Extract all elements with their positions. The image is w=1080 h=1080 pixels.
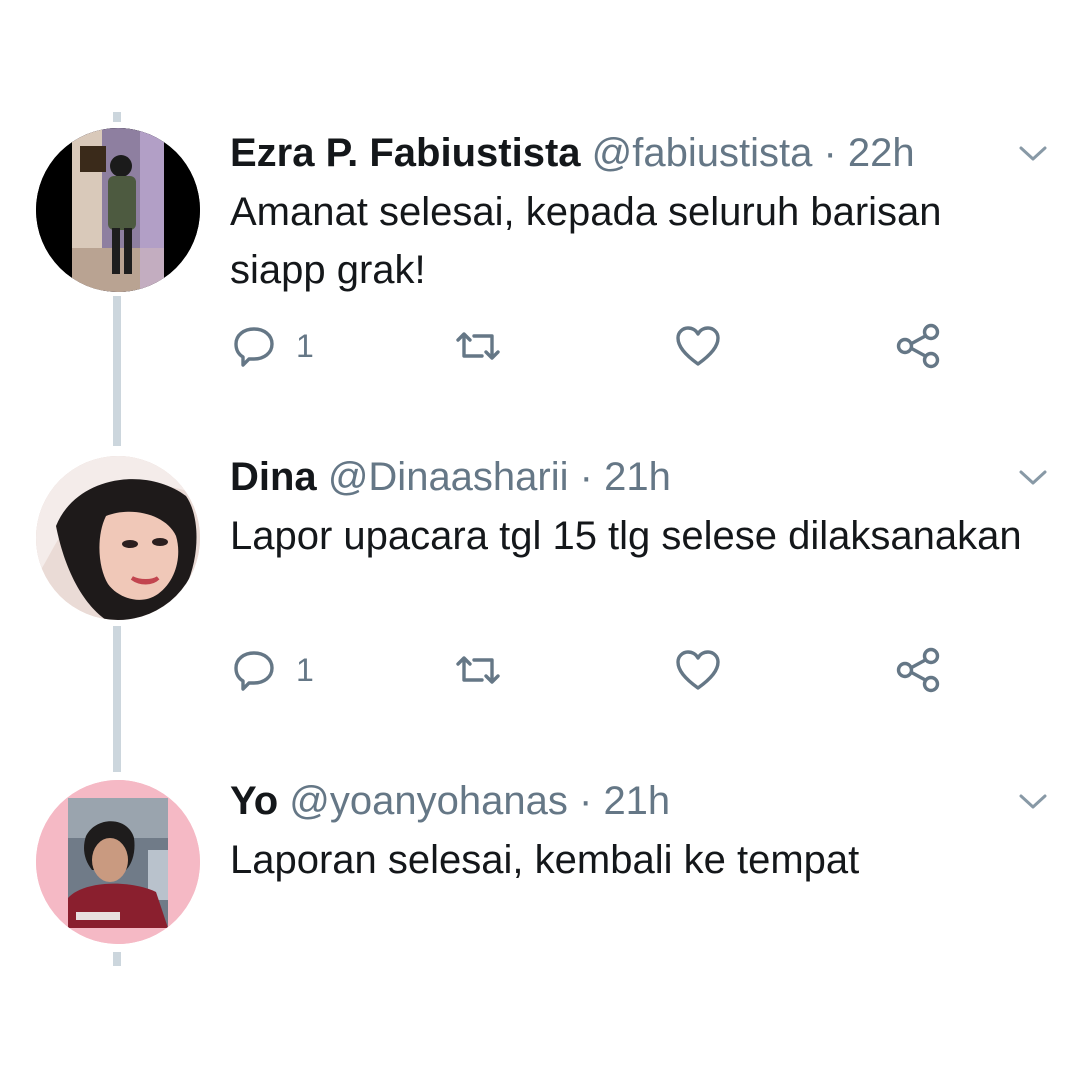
reply-icon — [232, 648, 276, 692]
reply-button[interactable]: 1 — [232, 318, 314, 374]
like-icon — [674, 324, 722, 368]
avatar-photo — [36, 780, 200, 944]
tweet-text: Amanat selesai, kepada seluruh barisan s… — [230, 190, 942, 292]
avatar[interactable] — [36, 780, 200, 944]
avatar-photo — [36, 128, 200, 292]
thread-line-top — [113, 112, 121, 122]
tweet-text: Laporan selesai, kembali ke tempat — [230, 838, 860, 882]
tweet-header: Dina @Dinaasharii · 21h — [230, 452, 671, 502]
display-name[interactable]: Yo — [230, 779, 278, 823]
reply-icon — [232, 324, 276, 368]
chevron-down-icon[interactable] — [1016, 464, 1050, 490]
like-button[interactable] — [674, 642, 722, 698]
tweet-header: Yo @yoanyohanas · 21h — [230, 776, 670, 826]
retweet-button[interactable] — [452, 642, 504, 698]
action-bar: 1 — [0, 318, 1080, 374]
chevron-down-icon[interactable] — [1016, 140, 1050, 166]
share-icon — [894, 646, 942, 694]
like-button[interactable] — [674, 318, 722, 374]
user-handle[interactable]: @Dinaasharii — [328, 455, 569, 499]
share-icon — [894, 322, 942, 370]
display-name[interactable]: Dina — [230, 455, 317, 499]
like-icon — [674, 648, 722, 692]
display-name[interactable]: Ezra P. Fabiustista — [230, 131, 581, 175]
user-handle[interactable]: @yoanyohanas — [289, 779, 568, 823]
retweet-icon — [452, 324, 504, 368]
user-handle[interactable]: @fabiustista — [592, 131, 813, 175]
retweet-button[interactable] — [452, 318, 504, 374]
avatar[interactable] — [36, 128, 200, 292]
chevron-down-icon[interactable] — [1016, 788, 1050, 814]
separator-dot: · — [579, 455, 593, 499]
share-button[interactable] — [894, 318, 942, 374]
tweet-text: Lapor upacara tgl 15 tlg selese dilaksan… — [230, 514, 1022, 558]
action-bar: 1 — [0, 642, 1080, 698]
share-button[interactable] — [894, 642, 942, 698]
reply-count: 1 — [296, 651, 314, 688]
separator-dot: · — [578, 779, 593, 823]
reply-count: 1 — [296, 327, 314, 364]
thread-line-bottom — [113, 952, 121, 966]
reply-button[interactable]: 1 — [232, 642, 314, 698]
avatar[interactable] — [36, 456, 200, 620]
timestamp[interactable]: 21h — [604, 455, 671, 499]
separator-dot: · — [823, 131, 837, 175]
tweet-header: Ezra P. Fabiustista @fabiustista · 22h — [230, 128, 915, 178]
avatar-photo — [36, 456, 200, 620]
timestamp[interactable]: 21h — [603, 779, 670, 823]
timestamp[interactable]: 22h — [848, 131, 915, 175]
retweet-icon — [452, 648, 504, 692]
